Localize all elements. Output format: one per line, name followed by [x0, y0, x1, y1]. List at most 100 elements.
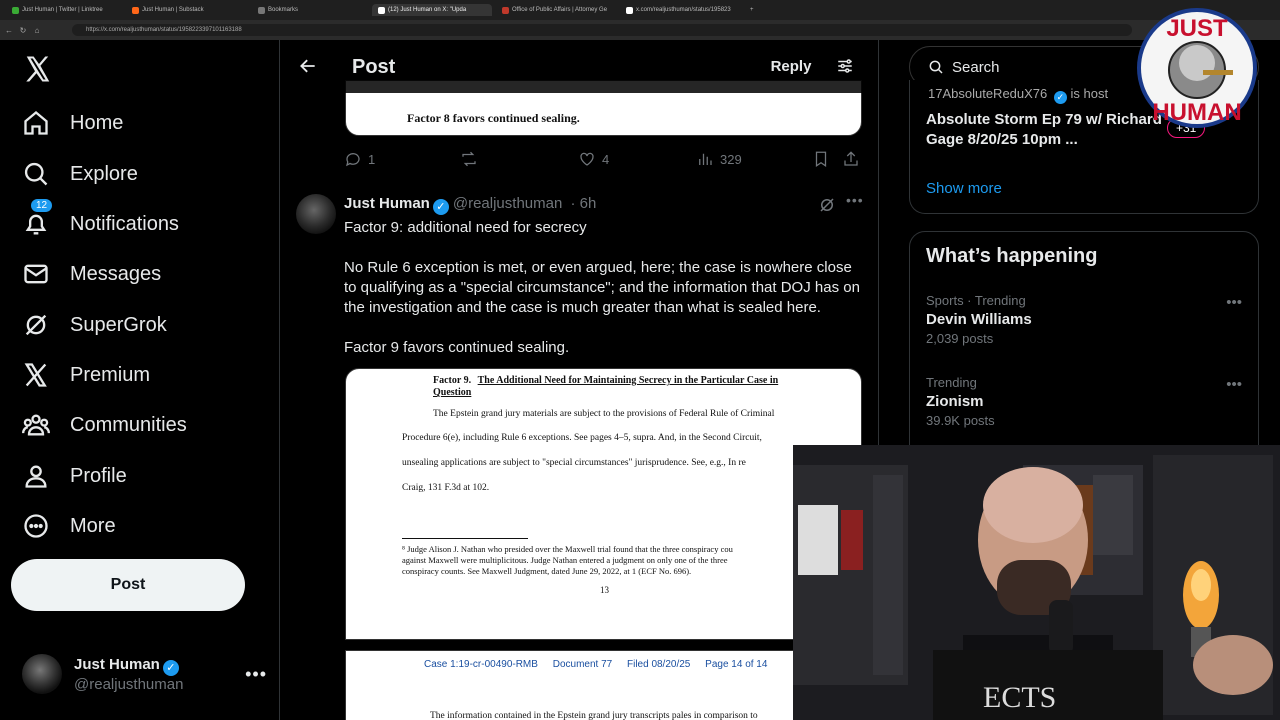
browser-tab[interactable]: Office of Public Affairs | Attorney Ge [496, 4, 616, 16]
trend-item[interactable]: Sports · Trending Devin Williams 2,039 p… [926, 293, 1032, 346]
nav-messages[interactable]: Messages [22, 254, 161, 294]
verified-badge-icon: ✓ [1053, 91, 1067, 104]
address-bar[interactable]: https://x.com/realjusthuman/status/19582… [72, 24, 1132, 36]
like-action[interactable]: 4 [578, 150, 609, 168]
bookmark-action[interactable] [812, 150, 830, 168]
nav-label: Communities [70, 413, 187, 436]
tweet-text: Factor 9: additional need for secrecy No… [344, 218, 864, 378]
avatar[interactable] [296, 194, 336, 234]
nav-label: Notifications [70, 212, 179, 235]
browser-tab[interactable]: x.com/realjusthuman/status/195823 [620, 4, 742, 16]
reply-action[interactable]: 1 [344, 150, 375, 168]
envelope-icon [24, 264, 48, 284]
tab-favicon-icon [132, 6, 139, 14]
tweet-image-document[interactable]: Case 1:19-cr-00490-RMB Document 77 Filed… [345, 650, 862, 720]
channel-logo: JUST HUMAN [1137, 8, 1257, 128]
search-icon [24, 162, 48, 186]
tweet-header: Just Human ✓ @realjusthuman · 6h [344, 195, 596, 215]
show-more-link[interactable]: Show more [926, 180, 1002, 197]
more-dots-icon[interactable]: ••• [846, 192, 864, 208]
nav-notifications[interactable]: 12 Notifications [22, 198, 179, 244]
home-icon[interactable]: ⌂ [32, 26, 42, 35]
logo-text-bottom: HUMAN [1152, 99, 1241, 126]
nav-label: Home [70, 111, 124, 134]
bookmark-icon [815, 151, 827, 167]
new-tab-button[interactable]: + [744, 4, 758, 16]
tweet-paragraph: No Rule 6 exception is met, or even argu… [344, 259, 860, 316]
account-name: Just Human [74, 655, 160, 673]
trend-name: Zionism [926, 393, 984, 410]
whats-happening-card: What’s happening Sports · Trending Devin… [909, 231, 1259, 461]
footnote-divider [402, 538, 528, 539]
more-dots-icon[interactable]: ••• [1226, 294, 1242, 311]
search-placeholder: Search [952, 58, 1000, 76]
more-dots-icon[interactable]: ••• [1226, 376, 1242, 393]
trend-name: Devin Williams [926, 311, 1032, 328]
left-navigation: Home Explore 12 Notifications Messages S… [0, 40, 279, 720]
reload-icon[interactable]: ↻ [18, 26, 28, 35]
document-line: Procedure 6(e), including Rule 6 excepti… [402, 433, 762, 443]
trend-item[interactable]: Trending Zionism 39.9K posts [926, 375, 995, 428]
browser-tab-strip: Just Human | Twitter | Linktree Just Hum… [0, 0, 1280, 20]
share-action[interactable] [842, 150, 860, 168]
person-icon [25, 465, 47, 488]
nav-label: Messages [70, 262, 162, 285]
tweet-time[interactable]: · 6h [570, 195, 596, 212]
retweet-action[interactable] [460, 150, 478, 168]
views-action[interactable]: 329 [696, 150, 742, 168]
nav-label: More [70, 514, 116, 537]
tab-favicon-icon [502, 6, 509, 14]
more-dots-icon[interactable]: ••• [245, 664, 267, 685]
nav-label: Premium [70, 363, 151, 386]
nav-label: Profile [70, 464, 127, 487]
tweet-image-document[interactable]: Factor 9. The Additional Need for Mainta… [345, 368, 862, 640]
bookmark-icon [258, 6, 265, 14]
more-circle-icon [24, 514, 48, 538]
x-premium-icon [24, 363, 47, 387]
nav-label: Explore [70, 162, 138, 185]
nav-supergrok[interactable]: SuperGrok [22, 305, 167, 345]
shirt-text: ECTS [983, 681, 1056, 714]
main-column: Post Reply Factor 8 favors continued sea… [279, 40, 879, 720]
browser-tab[interactable]: Just Human | Twitter | Linktree [6, 4, 118, 16]
browser-tab-active[interactable]: (12) Just Human on X: "Upda [372, 4, 492, 16]
browser-tab[interactable]: Just Human | Substack [126, 4, 244, 16]
author-name[interactable]: Just Human [344, 195, 430, 212]
x-logo-icon[interactable] [23, 54, 53, 84]
document-heading: Factor 9. The Additional Need for Mainta… [433, 375, 779, 398]
verified-badge-icon: ✓ [162, 659, 179, 676]
tweet-paragraph: Factor 9 favors continued sealing. [344, 339, 570, 356]
webcam-overlay: ECTS [793, 445, 1280, 720]
heart-icon [580, 152, 594, 166]
back-icon[interactable]: ← [4, 26, 14, 35]
reply-button[interactable]: Reply [758, 49, 824, 83]
document-line: The information contained in the Epstein… [430, 711, 758, 720]
post-button[interactable]: Post [11, 559, 245, 611]
bar-chart-icon [699, 153, 712, 165]
sliders-icon[interactable] [836, 57, 854, 75]
space-title: Absolute Storm Ep 79 w/ Richard Gage 8/2… [926, 111, 1162, 148]
author-handle[interactable]: @realjusthuman [453, 195, 562, 212]
verified-badge-icon: ✓ [432, 199, 449, 215]
nav-profile[interactable]: Profile [22, 456, 127, 496]
nav-explore[interactable]: Explore [22, 154, 138, 194]
x-favicon-icon [626, 6, 633, 14]
grok-icon[interactable] [818, 196, 836, 214]
browser-toolbar: ← ↻ ⌂ https://x.com/realjusthuman/status… [0, 20, 1280, 40]
document-text: Factor 8 favors continued sealing. [407, 111, 580, 125]
nav-label: SuperGrok [70, 313, 167, 336]
back-arrow-icon[interactable] [298, 56, 318, 76]
notification-badge: 12 [30, 198, 54, 213]
nav-communities[interactable]: Communities [22, 405, 187, 445]
communities-icon [22, 414, 50, 436]
nav-premium[interactable]: Premium [22, 355, 150, 395]
reply-icon [346, 153, 360, 167]
page-number: 13 [600, 585, 609, 595]
logo-text-top: JUST [1166, 15, 1228, 42]
nav-more[interactable]: More [22, 506, 116, 546]
post-header: Post Reply [280, 40, 878, 93]
bell-icon [25, 214, 47, 235]
account-switcher[interactable]: Just Human ✓ @realjusthuman ••• [22, 652, 267, 696]
browser-tab[interactable]: Bookmarks [252, 4, 364, 16]
nav-home[interactable]: Home [22, 103, 123, 143]
